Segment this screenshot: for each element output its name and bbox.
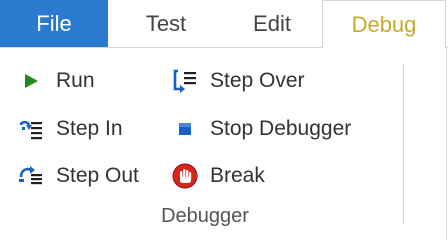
stop-icon xyxy=(172,116,198,142)
play-icon xyxy=(18,68,44,94)
step-over-label: Step Over xyxy=(210,69,305,92)
step-out-button[interactable]: Step Out xyxy=(18,159,139,193)
tab-edit-label: Edit xyxy=(253,11,291,36)
break-hand-icon xyxy=(172,163,198,189)
tab-edit[interactable]: Edit xyxy=(222,0,322,48)
step-out-icon xyxy=(18,163,44,189)
break-label: Break xyxy=(210,164,265,187)
tab-debug-label: Debug xyxy=(351,11,417,37)
step-out-label: Step Out xyxy=(56,164,139,187)
tab-test[interactable]: Test xyxy=(110,0,222,48)
step-over-button[interactable]: Step Over xyxy=(172,64,305,98)
ribbon-window: File Test Edit Debug Run Step In Step Ou… xyxy=(0,0,448,240)
break-button[interactable]: Break xyxy=(172,159,265,193)
tab-test-label: Test xyxy=(145,11,187,36)
ribbon-tabstrip: File Test Edit Debug xyxy=(0,0,448,48)
tab-file[interactable]: File xyxy=(0,0,108,48)
step-in-label: Step In xyxy=(56,117,123,140)
run-label: Run xyxy=(56,69,95,92)
group-separator xyxy=(403,64,404,224)
step-in-button[interactable]: Step In xyxy=(18,112,123,146)
step-in-icon xyxy=(18,116,44,142)
ribbon-panel-border xyxy=(446,47,447,240)
debugger-group-label: Debugger xyxy=(161,205,249,227)
step-over-icon xyxy=(172,68,198,94)
stop-debugger-button[interactable]: Stop Debugger xyxy=(172,112,351,146)
tab-file-label: File xyxy=(36,11,72,36)
stop-debugger-label: Stop Debugger xyxy=(210,117,352,140)
tabstrip-divider xyxy=(0,47,322,48)
run-button[interactable]: Run xyxy=(18,64,95,98)
tab-debug[interactable]: Debug xyxy=(322,0,446,48)
